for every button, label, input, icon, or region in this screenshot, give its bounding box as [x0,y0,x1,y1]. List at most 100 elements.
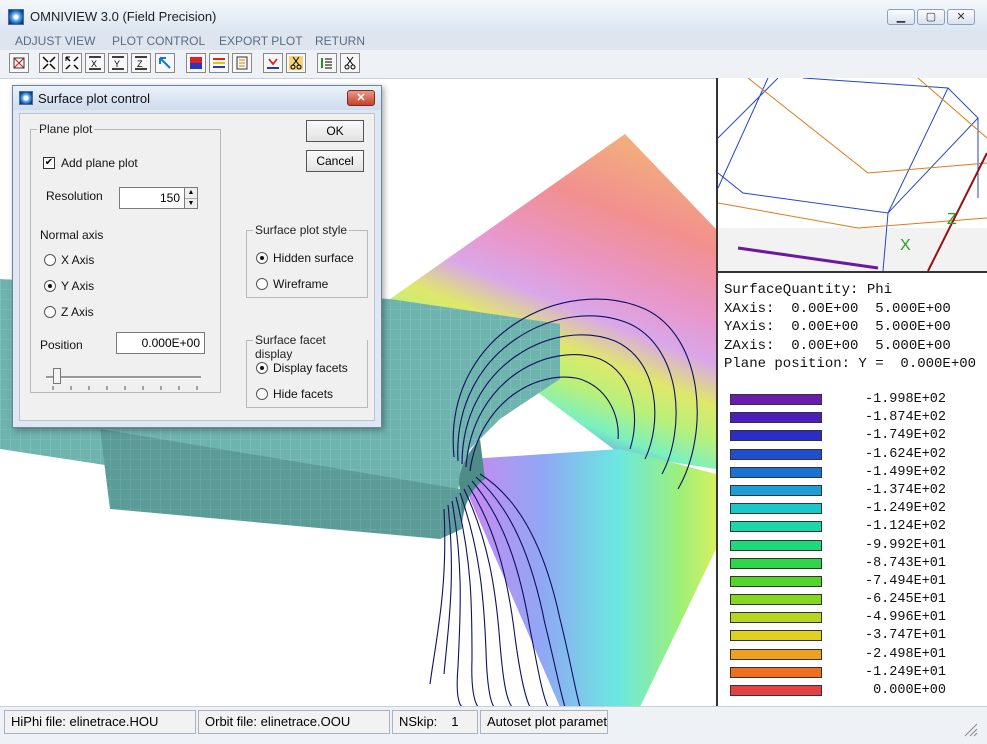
legend-swatch [730,685,822,696]
z-axis-label: Z Axis [61,305,94,319]
orientation-view[interactable]: X Z [718,78,987,273]
display-facets-radio[interactable] [256,362,268,374]
y-axis-range: YAxis: 0.00E+00 5.000E+00 [724,319,951,335]
legend-value: -1.249E+02 [864,501,946,517]
dialog-body: Plane plot ✔ Add plane plot Resolution 1… [19,113,375,421]
color-fill-icon[interactable] [186,53,206,73]
svg-text:Y: Y [114,59,120,69]
hide-facets-radio[interactable] [256,388,268,400]
nskip-status: NSkip: 1 [392,710,478,734]
ok-button[interactable]: OK [306,120,364,142]
position-slider-track[interactable] [46,376,201,379]
window-title: OMNIVIEW 3.0 (Field Precision) [30,9,217,24]
resize-grip-icon[interactable] [962,721,978,737]
maximize-button[interactable]: ▢ [917,9,945,25]
menu-adjust-view[interactable]: ADJUST VIEW [15,32,95,50]
legend-swatch [730,394,822,405]
cut-icon[interactable] [286,53,306,73]
view-z-icon[interactable]: Z [131,53,151,73]
slider-ticks [52,386,198,390]
nskip-value: 1 [451,714,459,729]
legend-swatch [730,484,822,496]
legend-swatch [730,466,822,478]
contour-lines-icon[interactable] [209,53,229,73]
legend-swatch [730,630,822,642]
title-bar: OMNIVIEW 3.0 (Field Precision) ▁ ▢ ✕ [0,0,987,33]
legend-value: -1.624E+02 [864,446,946,462]
surface-quantity: SurfaceQuantity: Phi [724,282,893,298]
position-slider-thumb[interactable] [53,368,61,384]
legend-swatch [730,448,822,460]
menu-return[interactable]: RETURN [315,32,365,50]
add-plane-plot-checkbox[interactable]: ✔ [43,157,55,169]
surface-plot-style-group: Surface plot style Hidden surface Wirefr… [246,223,368,298]
legend-value: -4.996E+01 [864,610,946,626]
orbit-plot-icon[interactable] [263,53,283,73]
autoset-status: Autoset plot paramet [480,710,608,734]
menu-export-plot[interactable]: EXPORT PLOT [219,32,303,50]
legend-value: -7.494E+01 [864,573,946,589]
close-button[interactable]: ✕ [947,9,975,25]
legend-value: -2.498E+01 [864,646,946,662]
legend-swatch [730,412,822,424]
y-axis-label: Y Axis [61,279,95,293]
plane-plot-group: Plane plot ✔ Add plane plot Resolution 1… [30,122,221,393]
dialog-close-button[interactable]: ✕ [347,90,375,106]
hidden-surface-radio[interactable] [256,252,268,264]
resolution-input[interactable]: 150 [119,187,185,209]
x-axis-range: XAxis: 0.00E+00 5.000E+00 [724,300,951,317]
scissors-icon[interactable] [340,53,360,73]
legend-swatch [730,575,822,587]
svg-text:X: X [91,59,97,69]
svg-text:X: X [900,237,911,254]
legend-swatch [730,666,822,678]
z-axis-radio[interactable] [44,306,56,318]
legend-value: -1.998E+02 [864,392,946,407]
zoom-in-icon[interactable] [39,53,59,73]
list-icon[interactable] [317,53,337,73]
legend-value: -1.124E+02 [864,519,946,535]
legend-value: -6.245E+01 [864,592,946,608]
surface-settings-icon[interactable] [232,53,252,73]
legend-value: -1.874E+02 [864,410,946,426]
z-axis-range: ZAxis: 0.00E+00 5.000E+00 [724,337,951,354]
legend-value: -1.374E+02 [864,482,946,498]
view-y-icon[interactable]: Y [108,53,128,73]
add-plane-plot-label: Add plane plot [61,156,138,170]
view-x-icon[interactable]: X [85,53,105,73]
legend-swatch [730,648,822,660]
surface-facet-display-label: Surface facet display [253,333,367,361]
wireframe-label: Wireframe [273,277,329,291]
menu-plot-control[interactable]: PLOT CONTROL [112,32,205,50]
legend-value: -1.749E+02 [864,428,946,444]
zoom-out-icon[interactable] [62,53,82,73]
minimize-button[interactable]: ▁ [887,9,915,25]
dialog-title-bar[interactable]: Surface plot control ✕ [13,86,381,110]
legend-value: -9.992E+01 [864,537,946,553]
legend-swatch [730,612,822,624]
orbit-file-status: Orbit file: elinetrace.OOU [198,710,390,734]
toolbar: X Y Z [0,50,987,79]
hide-facets-label: Hide facets [273,387,334,401]
x-axis-label: X Axis [61,253,95,267]
wireframe-radio[interactable] [256,278,268,290]
cursor-arrow-icon[interactable] [155,53,175,73]
x-axis-radio[interactable] [44,254,56,266]
position-label: Position [40,338,83,352]
legend-swatch [730,539,822,551]
legend-value: -1.249E+01 [864,664,946,680]
resolution-spinner[interactable]: ▲ ▼ [184,187,198,209]
reset-view-icon[interactable] [9,53,29,73]
legend-value: 0.000E+00 [873,683,946,698]
display-facets-label: Display facets [273,361,348,375]
svg-text:Z: Z [947,211,957,228]
dialog-icon [19,91,33,105]
resolution-label: Resolution [46,189,103,203]
legend-value: -1.499E+02 [864,464,946,480]
y-axis-radio[interactable] [44,280,56,292]
cancel-button[interactable]: Cancel [306,150,364,172]
position-input[interactable]: 0.000E+00 [116,332,205,354]
app-icon [8,9,24,25]
surface-facet-display-group: Surface facet display Display facets Hid… [246,333,368,408]
legend-swatch [730,557,822,569]
